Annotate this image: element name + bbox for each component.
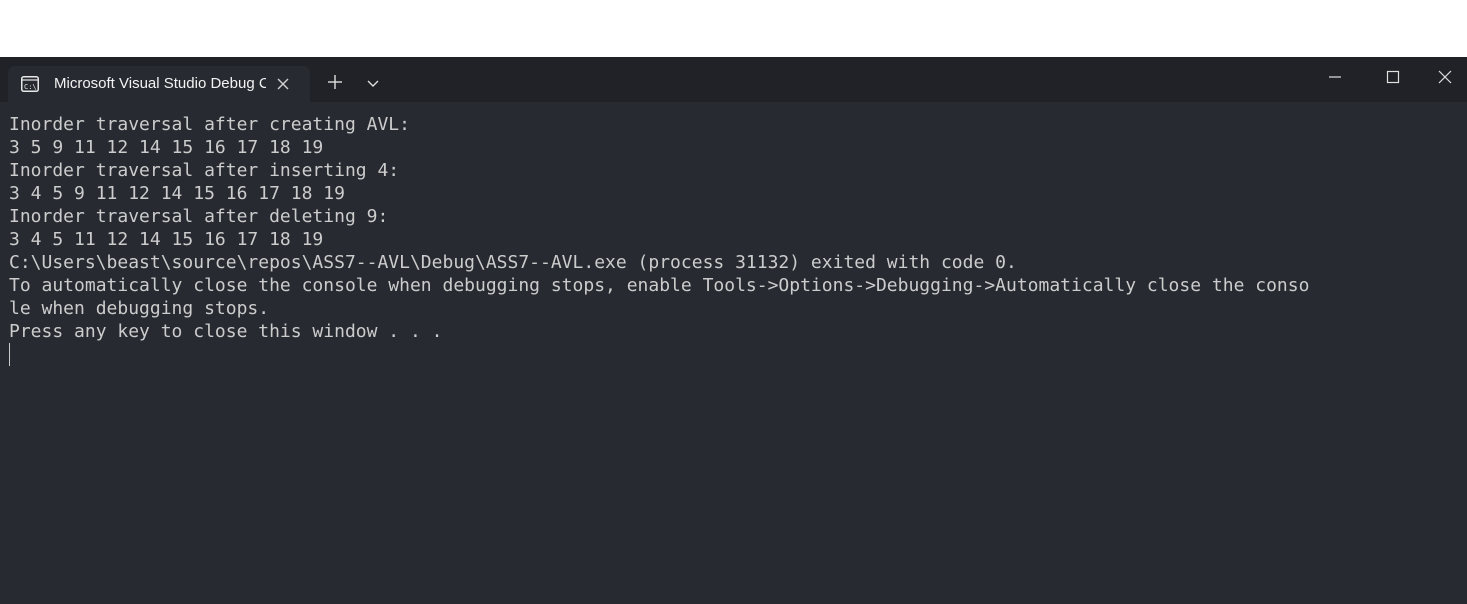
console-line: C:\Users\beast\source\repos\ASS7--AVL\De…	[9, 252, 1017, 273]
console-line: Inorder traversal after deleting 9:	[9, 206, 389, 227]
profile-dropdown-button[interactable]	[357, 68, 389, 100]
console-line: Inorder traversal after inserting 4:	[9, 160, 400, 181]
maximize-button[interactable]	[1364, 57, 1422, 101]
close-tab-icon[interactable]	[273, 74, 293, 94]
desktop-background-strip	[0, 0, 1467, 57]
maximize-icon	[1386, 70, 1400, 89]
console-line: Press any key to close this window . . .	[9, 321, 443, 342]
tab-debug-console[interactable]: C:\ Microsoft Visual Studio Debug Consol…	[8, 66, 310, 102]
console-line: 3 5 9 11 12 14 15 16 17 18 19	[9, 137, 324, 158]
tab-title: Microsoft Visual Studio Debug Console	[54, 75, 266, 92]
title-bar[interactable]: C:\ Microsoft Visual Studio Debug Consol…	[0, 57, 1467, 102]
console-icon: C:\	[21, 76, 39, 92]
console-line: Inorder traversal after creating AVL:	[9, 114, 410, 135]
console-output[interactable]: Inorder traversal after creating AVL: 3 …	[9, 113, 1459, 366]
close-window-button[interactable]	[1422, 57, 1467, 101]
console-line: le when debugging stops.	[9, 298, 270, 319]
console-line: 3 4 5 9 11 12 14 15 16 17 18 19	[9, 183, 345, 204]
cursor-line	[9, 343, 1459, 366]
console-line: To automatically close the console when …	[9, 275, 1310, 296]
minimize-icon	[1328, 70, 1342, 89]
console-line: 3 4 5 11 12 14 15 16 17 18 19	[9, 229, 324, 250]
minimize-button[interactable]	[1306, 57, 1364, 101]
plus-icon	[327, 74, 343, 95]
close-icon	[1438, 70, 1452, 89]
new-tab-button[interactable]	[319, 68, 351, 100]
terminal-window: C:\ Microsoft Visual Studio Debug Consol…	[0, 57, 1467, 604]
chevron-down-icon	[366, 75, 380, 93]
text-cursor	[9, 343, 10, 366]
svg-text:C:\: C:\	[24, 83, 37, 91]
